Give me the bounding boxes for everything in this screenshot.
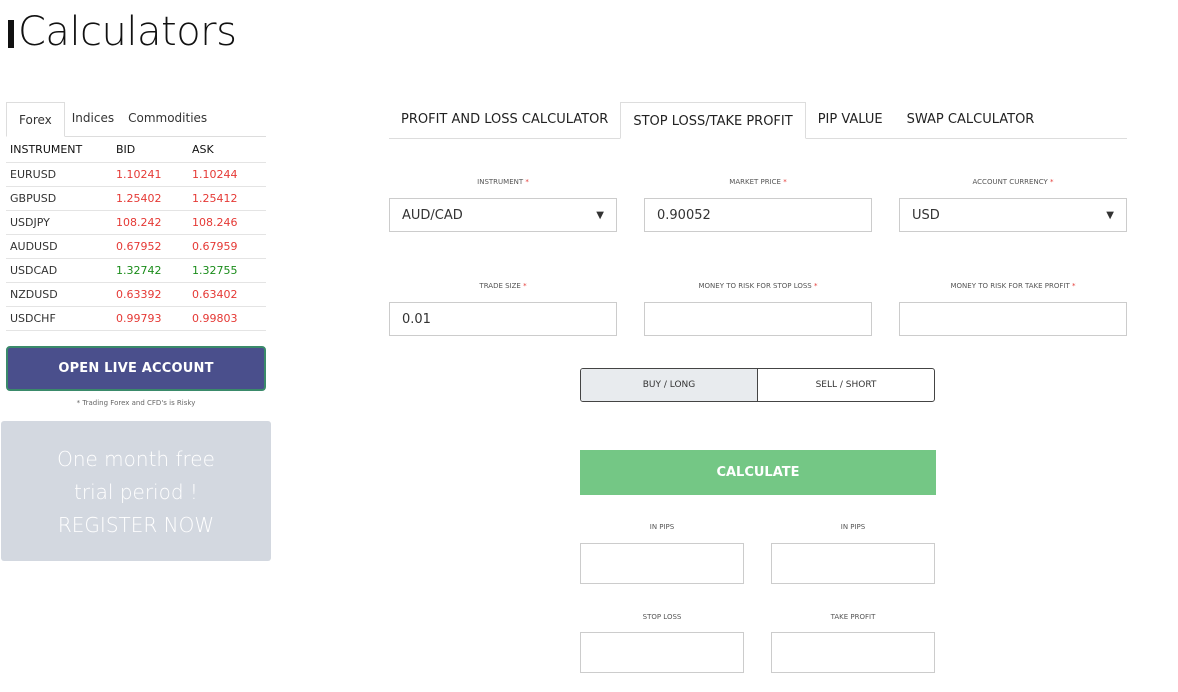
bid-cell: 0.67952	[112, 234, 188, 259]
instrument-label: INSTRUMENT *	[477, 178, 529, 186]
buy-long-button[interactable]: BUY / LONG	[581, 369, 758, 401]
required-mark: *	[523, 282, 527, 290]
trade-size-input[interactable]: 0.01	[389, 302, 617, 336]
risk-note: * Trading Forex and CFD's is Risky	[76, 399, 196, 407]
promo-register-banner[interactable]: One month free trial period ! REGISTER N…	[1, 421, 271, 561]
market-tabs: Forex Indices Commodities	[6, 102, 266, 137]
tab-profit-and-loss[interactable]: PROFIT AND LOSS CALCULATOR	[389, 101, 620, 138]
instrument-select[interactable]: AUD/CAD ▼	[389, 198, 617, 232]
instrument-cell: EURUSD	[6, 162, 112, 187]
bid-cell: 0.99793	[112, 306, 188, 331]
promo-line: One month free	[57, 447, 215, 471]
bid-cell: 0.63392	[112, 282, 188, 307]
instrument-cell: NZDUSD	[6, 282, 112, 307]
dropdown-arrow-icon: ▼	[596, 209, 604, 221]
promo-line: trial period !	[74, 480, 198, 504]
required-mark: *	[1072, 282, 1076, 290]
required-mark: *	[525, 178, 529, 186]
column-header-ask: ASK	[188, 138, 266, 163]
tab-pip-value[interactable]: PIP VALUE	[806, 101, 895, 138]
instrument-cell: GBPUSD	[6, 186, 112, 211]
tab-swap-calculator[interactable]: SWAP CALCULATOR	[895, 101, 1047, 138]
money-take-profit-input[interactable]	[899, 302, 1127, 336]
ask-cell: 0.67959	[188, 234, 266, 259]
account-currency-select[interactable]: USD ▼	[899, 198, 1127, 232]
page-title: Calculators	[8, 8, 237, 56]
title-bar-icon	[8, 20, 14, 48]
column-header-bid: BID	[112, 138, 188, 163]
stop-loss-result-field[interactable]	[580, 632, 744, 673]
money-stop-loss-label: MONEY TO RISK FOR STOP LOSS *	[698, 282, 818, 290]
ask-cell: 1.32755	[188, 258, 266, 283]
money-take-profit-label: MONEY TO RISK FOR TAKE PROFIT *	[950, 282, 1076, 290]
tab-forex[interactable]: Forex	[6, 102, 65, 137]
open-live-account-button[interactable]: OPEN LIVE ACCOUNT	[6, 346, 266, 391]
bid-cell: 1.32742	[112, 258, 188, 283]
stop-loss-label: STOP LOSS	[642, 613, 682, 621]
table-row[interactable]: EURUSD 1.10241 1.10244	[6, 162, 266, 187]
ask-cell: 0.63402	[188, 282, 266, 307]
market-price-label: MARKET PRICE *	[729, 178, 787, 186]
required-mark: *	[814, 282, 818, 290]
instrument-cell: AUDUSD	[6, 234, 112, 259]
in-pips-stop-loss-field[interactable]	[580, 543, 744, 584]
in-pips-left-label: IN PIPS	[649, 523, 675, 531]
bid-cell: 108.242	[112, 210, 188, 235]
in-pips-right-label: IN PIPS	[840, 523, 866, 531]
instrument-cell: USDJPY	[6, 210, 112, 235]
in-pips-take-profit-field[interactable]	[771, 543, 935, 584]
account-currency-label: ACCOUNT CURRENCY *	[972, 178, 1054, 186]
ask-cell: 1.10244	[188, 162, 266, 187]
money-stop-loss-input[interactable]	[644, 302, 872, 336]
tab-commodities[interactable]: Commodities	[121, 101, 214, 136]
calculate-button[interactable]: CALCULATE	[580, 450, 936, 495]
table-header-row: INSTRUMENT BID ASK	[6, 138, 266, 163]
bid-cell: 1.25402	[112, 186, 188, 211]
table-row[interactable]: GBPUSD 1.25402 1.25412	[6, 186, 266, 211]
table-row[interactable]: AUDUSD 0.67952 0.67959	[6, 234, 266, 259]
take-profit-result-field[interactable]	[771, 632, 935, 673]
table-row[interactable]: USDCAD 1.32742 1.32755	[6, 258, 266, 283]
market-price-input[interactable]: 0.90052	[644, 198, 872, 232]
required-mark: *	[1049, 178, 1054, 186]
ask-cell: 108.246	[188, 210, 266, 235]
calculator-tabs: PROFIT AND LOSS CALCULATOR STOP LOSS/TAK…	[389, 102, 1127, 139]
tab-indices[interactable]: Indices	[65, 101, 121, 136]
required-mark: *	[783, 178, 787, 186]
bid-cell: 1.10241	[112, 162, 188, 187]
dropdown-arrow-icon: ▼	[1106, 209, 1114, 221]
trade-size-label: TRADE SIZE *	[479, 282, 527, 290]
take-profit-label: TAKE PROFIT	[830, 613, 876, 621]
ask-cell: 0.99803	[188, 306, 266, 331]
instrument-cell: USDCAD	[6, 258, 112, 283]
column-header-instrument: INSTRUMENT	[6, 138, 112, 163]
table-row[interactable]: USDCHF 0.99793 0.99803	[6, 306, 266, 331]
direction-toggle: BUY / LONG SELL / SHORT	[580, 368, 935, 402]
quotes-table: INSTRUMENT BID ASK EURUSD 1.10241 1.10244 G…	[6, 138, 266, 331]
ask-cell: 1.25412	[188, 186, 266, 211]
table-row[interactable]: NZDUSD 0.63392 0.63402	[6, 282, 266, 307]
promo-register-link: REGISTER NOW	[57, 513, 215, 537]
table-row[interactable]: USDJPY 108.242 108.246	[6, 210, 266, 235]
tab-stop-loss-take-profit[interactable]: STOP LOSS/TAKE PROFIT	[620, 102, 806, 139]
instrument-cell: USDCHF	[6, 306, 112, 331]
sell-short-button[interactable]: SELL / SHORT	[758, 369, 934, 401]
